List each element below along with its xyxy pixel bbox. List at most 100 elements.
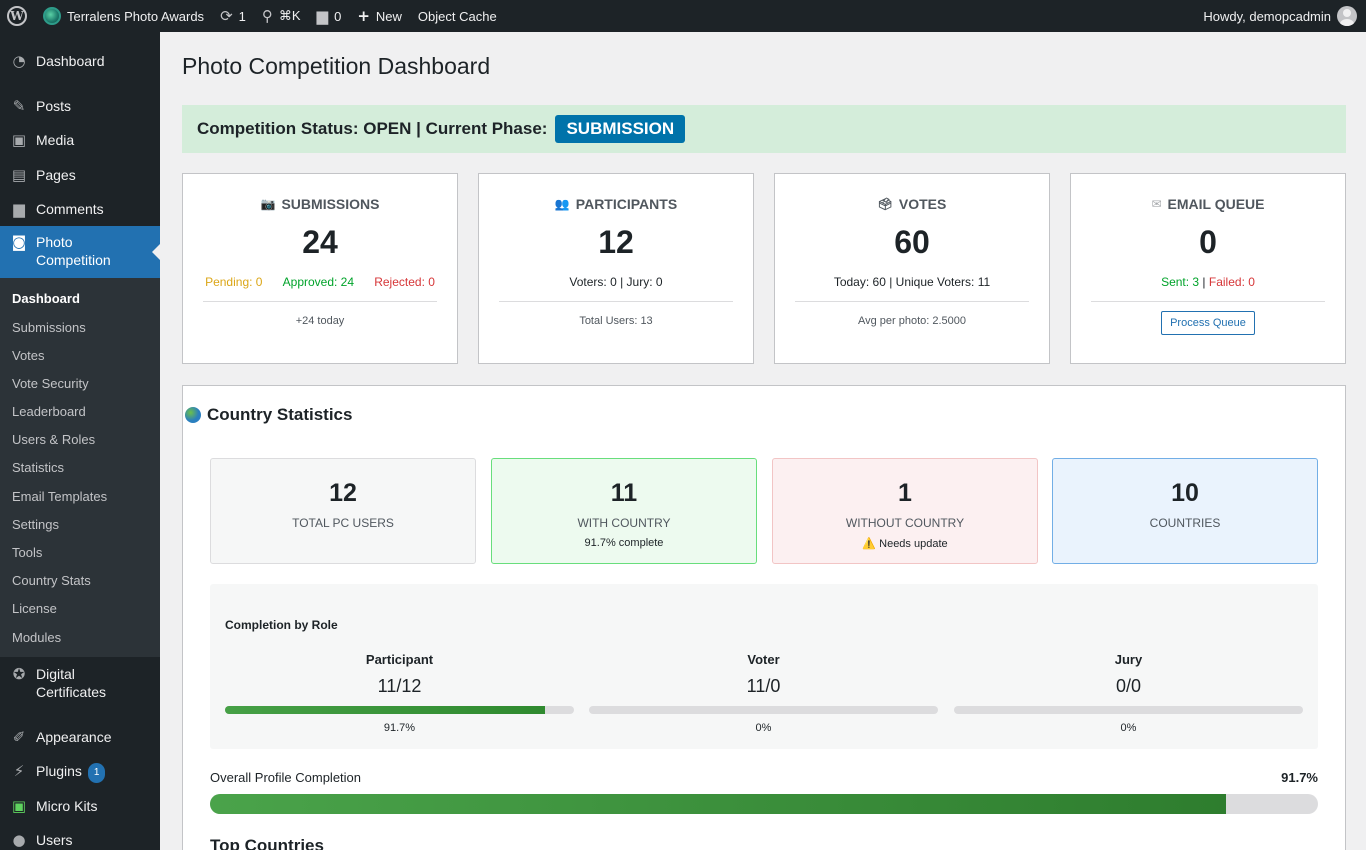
comments-link[interactable]: ▆ 0 bbox=[309, 0, 350, 32]
role-value: 11/12 bbox=[377, 676, 422, 696]
votes-title-text: VOTES bbox=[898, 196, 947, 212]
updates-link[interactable]: ⟳ 1 bbox=[212, 0, 254, 32]
stat-note: ⚠️ Needs update bbox=[862, 538, 948, 550]
submissions-card-title: 📷 SUBMISSIONS bbox=[183, 196, 457, 212]
comment-icon: ▆ bbox=[13, 200, 25, 218]
phase-badge: SUBMISSION bbox=[555, 115, 686, 143]
menu-dashboard[interactable]: ◔ Dashboard bbox=[0, 52, 160, 70]
competition-status-banner: Competition Status: OPEN | Current Phase… bbox=[182, 105, 1346, 153]
submenu-tools[interactable]: Tools bbox=[12, 545, 42, 560]
submenu-modules[interactable]: Modules bbox=[12, 630, 61, 645]
submenu-users-roles[interactable]: Users & Roles bbox=[12, 432, 95, 447]
menu-pages[interactable]: ▤ Pages bbox=[0, 166, 160, 184]
submenu-votes[interactable]: Votes bbox=[12, 348, 45, 363]
failed-count: Failed: 0 bbox=[1208, 275, 1255, 289]
avatar bbox=[1337, 6, 1357, 26]
role-name: Jury bbox=[1114, 652, 1143, 667]
ballot-icon: 🗳 bbox=[877, 197, 893, 211]
command-search-button[interactable]: ⚲ ⌘K bbox=[254, 0, 309, 32]
menu-users-label: Users bbox=[36, 832, 73, 848]
role-value: 11/0 bbox=[746, 676, 781, 696]
submenu-country-stats[interactable]: Country Stats bbox=[12, 573, 91, 588]
site-name: Terralens Photo Awards bbox=[67, 8, 205, 24]
menu-digital-certificates[interactable]: ✪ Digital Certificates bbox=[0, 665, 160, 701]
menu-photo-competition[interactable]: ◙ Photo Competition bbox=[0, 226, 160, 278]
menu-micro-kits-label: Micro Kits bbox=[36, 798, 98, 814]
menu-posts-label: Posts bbox=[36, 98, 72, 114]
globe-icon bbox=[185, 407, 201, 423]
email-queue-count: 0 bbox=[1199, 224, 1217, 260]
rejected-count: Rejected: 0 bbox=[374, 275, 435, 289]
comments-count: 0 bbox=[334, 8, 342, 24]
submenu-email-templates[interactable]: Email Templates bbox=[12, 489, 107, 504]
submenu-dashboard[interactable]: Dashboard bbox=[12, 291, 80, 306]
menu-comments-label: Comments bbox=[36, 201, 104, 217]
media-icon: ▣ bbox=[11, 131, 27, 149]
email-queue-card: ✉ EMAIL QUEUE 0 Sent: 3 | Failed: 0 Proc… bbox=[1070, 173, 1346, 364]
status-text: Competition Status: OPEN | Current Phase… bbox=[197, 119, 548, 138]
menu-digital-certificates-label: Digital Certificates bbox=[36, 666, 107, 700]
menu-plugins-label: Plugins 1 bbox=[36, 762, 106, 783]
plus-icon: + bbox=[357, 7, 370, 25]
role-voter: Voter 11/0 0% bbox=[589, 652, 938, 734]
votes-breakdown: Today: 60 | Unique Voters: 11 bbox=[833, 275, 991, 289]
wordpress-icon: W bbox=[7, 6, 27, 26]
stat-value: 10 bbox=[1171, 479, 1199, 507]
menu-plugins[interactable]: ⚡ Plugins 1 bbox=[0, 762, 160, 783]
submissions-card: 📷 SUBMISSIONS 24 Pending: 0 Approved: 24… bbox=[182, 173, 458, 364]
submenu-submissions[interactable]: Submissions bbox=[12, 320, 86, 335]
overall-completion-label: Overall Profile Completion bbox=[210, 770, 362, 785]
process-queue-button[interactable]: Process Queue bbox=[1161, 311, 1255, 335]
role-progress-bar bbox=[589, 706, 938, 714]
stat-label: WITH COUNTRY bbox=[577, 516, 671, 530]
object-cache-label: Object Cache bbox=[417, 8, 497, 24]
menu-micro-kits[interactable]: ▣ Micro Kits bbox=[0, 797, 160, 815]
without-country-stat: 1 WITHOUT COUNTRY ⚠️ Needs update bbox=[772, 458, 1038, 564]
account-menu[interactable]: Howdy, demopcadmin bbox=[1195, 0, 1366, 32]
people-icon: 👥 bbox=[554, 197, 570, 211]
email-queue-title-text: EMAIL QUEUE bbox=[1167, 196, 1265, 212]
comment-icon: ▆ bbox=[316, 7, 329, 25]
country-statistics-panel: Country Statistics 12 TOTAL PC USERS 11 … bbox=[182, 385, 1346, 850]
new-content-link[interactable]: + New bbox=[349, 0, 410, 32]
stat-note: 91.7% complete bbox=[584, 537, 664, 549]
submenu-vote-security[interactable]: Vote Security bbox=[12, 376, 89, 391]
menu-users[interactable]: ● Users bbox=[0, 831, 160, 849]
top-countries-heading: Top Countries bbox=[210, 836, 324, 850]
object-cache-link[interactable]: Object Cache bbox=[410, 0, 505, 32]
submenu-statistics[interactable]: Statistics bbox=[12, 460, 64, 475]
role-progress-fill bbox=[225, 706, 546, 714]
role-progress-bar bbox=[954, 706, 1303, 714]
updates-count: 1 bbox=[238, 8, 246, 24]
plugins-text: Plugins bbox=[36, 763, 82, 779]
menu-appearance[interactable]: ✐ Appearance bbox=[0, 728, 160, 746]
submenu-leaderboard[interactable]: Leaderboard bbox=[12, 404, 86, 419]
completion-by-role-heading: Completion by Role bbox=[225, 618, 338, 632]
envelope-icon: ✉ bbox=[1151, 197, 1162, 211]
card-divider bbox=[499, 301, 733, 302]
country-title-text: Country Statistics bbox=[207, 405, 353, 424]
menu-posts[interactable]: ✎ Posts bbox=[0, 97, 160, 115]
submissions-count: 24 bbox=[302, 224, 338, 260]
submenu-license[interactable]: License bbox=[12, 601, 57, 616]
menu-comments[interactable]: ▆ Comments bbox=[0, 200, 160, 218]
votes-average: Avg per photo: 2.5000 bbox=[857, 315, 967, 327]
wordpress-logo-button[interactable]: W bbox=[0, 0, 35, 32]
pending-count: Pending: 0 bbox=[205, 275, 263, 289]
pin-icon: ✎ bbox=[12, 97, 26, 115]
search-shortcut: ⌘K bbox=[278, 8, 301, 23]
role-name: Participant bbox=[365, 652, 434, 667]
role-name: Voter bbox=[747, 652, 780, 667]
participants-card: 👥 PARTICIPANTS 12 Voters: 0 | Jury: 0 To… bbox=[478, 173, 754, 364]
role-percent: 91.7% bbox=[383, 722, 416, 734]
role-percent: 0% bbox=[755, 722, 772, 734]
sent-count: Sent: 3 bbox=[1161, 275, 1200, 289]
card-divider bbox=[203, 301, 437, 302]
stat-value: 11 bbox=[610, 479, 638, 507]
submenu-settings[interactable]: Settings bbox=[12, 517, 59, 532]
menu-media[interactable]: ▣ Media bbox=[0, 131, 160, 149]
plugin-icon: ⚡ bbox=[13, 762, 25, 780]
card-divider bbox=[795, 301, 1029, 302]
submissions-today: +24 today bbox=[295, 315, 345, 327]
site-name-link[interactable]: Terralens Photo Awards bbox=[35, 0, 212, 32]
